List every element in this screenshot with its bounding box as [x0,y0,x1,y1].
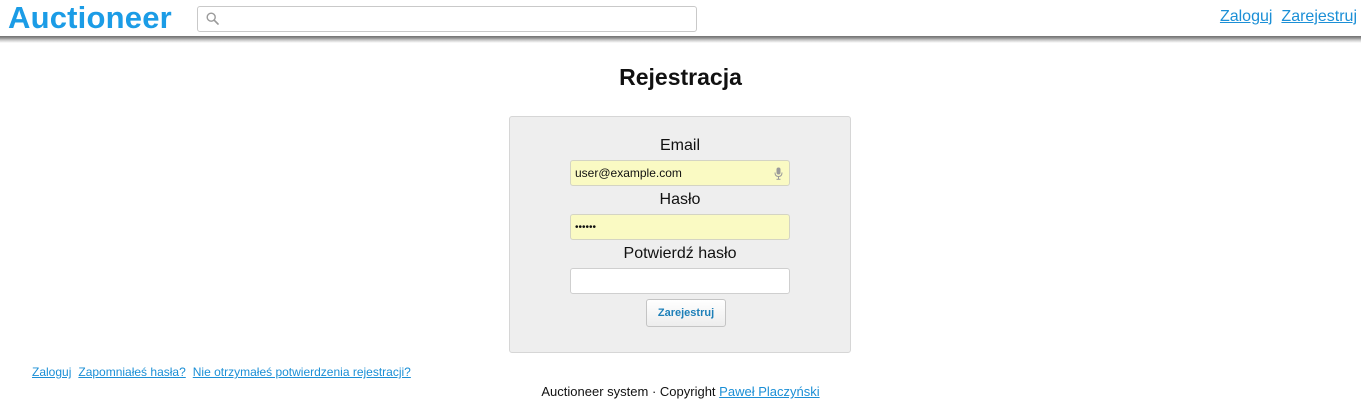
author-link[interactable]: Paweł Placzyński [719,384,819,399]
copyright-line: Auctioneer system · Copyright Paweł Plac… [0,384,1361,400]
resend-confirmation-link[interactable]: Nie otrzymałeś potwierdzenia rejestracji… [193,365,411,379]
confirm-password-field[interactable] [570,268,790,294]
email-field[interactable] [570,160,790,186]
password-input[interactable] [575,218,765,236]
email-input[interactable] [575,164,765,182]
search-input[interactable] [224,9,684,29]
register-submit-button[interactable]: Zarejestruj [646,299,726,327]
nav-login-link[interactable]: Zaloguj [1220,8,1272,25]
system-name: Auctioneer system [541,384,649,399]
navbar-shadow [0,36,1361,43]
email-label: Email [659,137,700,154]
confirm-password-input[interactable] [575,272,765,290]
forgot-password-link[interactable]: Zapomniałeś hasła? [78,365,185,379]
microphone-icon[interactable] [774,167,783,180]
top-navbar: Auctioneer Zaloguj Zarejestruj [0,0,1361,36]
brand-logo-link[interactable]: Auctioneer [8,0,172,36]
header-nav: Zaloguj Zarejestruj [1211,7,1357,27]
password-field[interactable] [570,214,790,240]
confirm-password-label: Potwierdź hasło [623,245,737,262]
search-box[interactable] [197,6,697,32]
separator: · [651,384,657,399]
copyright-label: Copyright [659,384,716,399]
footer-login-link[interactable]: Zaloguj [32,365,71,379]
password-label: Hasło [659,191,701,208]
page-title: Rejestracja [619,64,742,90]
registration-form: Email Hasło Potwierdź hasło Zarejestruj [509,116,851,353]
footer-links: Zaloguj Zapomniałeś hasła? Nie otrzymałeś … [32,364,418,380]
nav-register-link[interactable]: Zarejestruj [1281,8,1357,25]
search-icon [206,12,219,25]
